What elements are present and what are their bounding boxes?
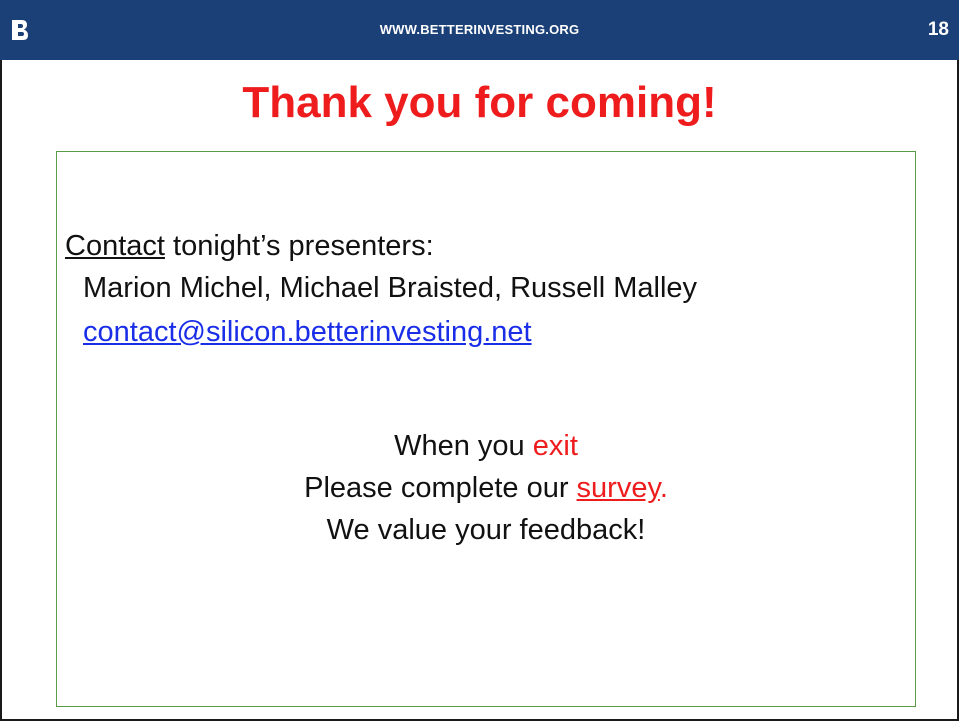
exit-line-1-prefix: When you (394, 430, 533, 462)
survey-link[interactable]: survey (577, 472, 660, 504)
exit-line-2: Please complete our survey. (56, 467, 916, 509)
slide-title: Thank you for coming! (242, 78, 717, 127)
email-link[interactable]: contact@silicon.betterinvesting.net (83, 316, 532, 349)
exit-word: exit (532, 430, 578, 462)
contact-line: Contact tonight’s presenters: (65, 230, 434, 263)
header-bar: WWW.BETTERINVESTING.ORG 18 (0, 0, 959, 60)
exit-line-2-prefix: Please complete our (304, 472, 577, 504)
contact-line-text: tonight’s presenters: (164, 230, 434, 262)
slide-number: 18 (927, 19, 949, 40)
contact-link[interactable]: Contact (65, 230, 165, 262)
exit-message: When you exit Please complete our survey… (56, 425, 916, 551)
exit-line-2-suffix: . (659, 472, 668, 504)
exit-line-3: We value your feedback! (326, 514, 646, 546)
exit-line-1: When you exit (56, 425, 916, 467)
site-url[interactable]: WWW.BETTERINVESTING.ORG (0, 22, 959, 37)
presenters-list: Marion Michel, Michael Braisted, Russell… (83, 272, 698, 304)
